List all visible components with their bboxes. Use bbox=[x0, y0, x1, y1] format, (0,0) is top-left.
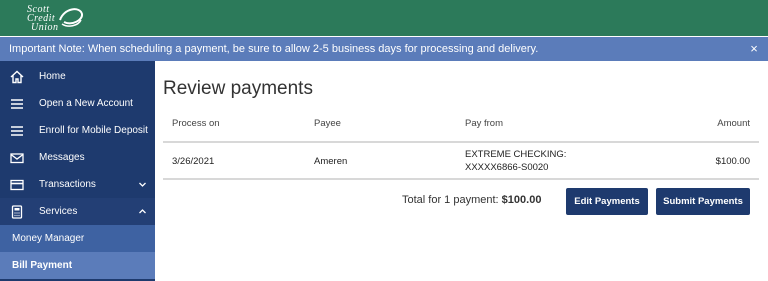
cell-process-on: 3/26/2021 bbox=[172, 156, 215, 167]
page-title: Review payments bbox=[163, 78, 313, 99]
column-header-payee: Payee bbox=[314, 118, 341, 129]
column-header-process-on: Process on bbox=[172, 118, 220, 129]
chevron-down-icon bbox=[139, 182, 146, 187]
column-header-amount: Amount bbox=[717, 118, 750, 129]
sidebar-item-label: Home bbox=[39, 71, 66, 82]
notice-text: Important Note: When scheduling a paymen… bbox=[9, 43, 539, 55]
total-value: $100.00 bbox=[501, 194, 542, 206]
menu-icon bbox=[11, 99, 23, 109]
payment-total: Total for 1 payment: $100.00 bbox=[402, 194, 541, 206]
sidebar-item-label: Open a New Account bbox=[39, 98, 133, 109]
close-icon[interactable]: × bbox=[748, 37, 760, 61]
chevron-up-icon bbox=[139, 209, 146, 214]
sidebar-item-messages[interactable]: Messages bbox=[0, 144, 155, 171]
logo-swoosh-icon bbox=[59, 8, 84, 27]
card-icon bbox=[10, 179, 24, 191]
cell-amount: $100.00 bbox=[715, 156, 750, 167]
sidebar-subitem-label: Bill Payment bbox=[12, 260, 73, 271]
top-header: Scott Credit Union bbox=[0, 0, 768, 36]
table-header: Process on Payee Pay from Amount bbox=[163, 118, 759, 132]
home-icon bbox=[10, 70, 24, 84]
cell-payee: Ameren bbox=[314, 156, 348, 167]
sidebar-subitem-label: Money Manager bbox=[12, 233, 85, 244]
envelope-icon bbox=[10, 153, 24, 164]
table-divider bbox=[163, 141, 759, 143]
edit-payments-button[interactable]: Edit Payments bbox=[566, 188, 648, 215]
calculator-icon bbox=[11, 205, 23, 219]
sidebar-item-open-account[interactable]: Open a New Account bbox=[0, 90, 155, 117]
sidebar-item-transactions[interactable]: Transactions bbox=[0, 171, 155, 198]
table-row: 3/26/2021 Ameren EXTREME CHECKING: XXXXX… bbox=[163, 145, 759, 179]
submit-payments-button[interactable]: Submit Payments bbox=[656, 188, 750, 215]
scott-credit-union-logo[interactable]: Scott Credit Union bbox=[10, 3, 90, 33]
table-divider bbox=[163, 178, 759, 180]
menu-icon bbox=[11, 126, 23, 136]
sidebar-item-services[interactable]: Services bbox=[0, 198, 155, 225]
sidebar-item-home[interactable]: Home bbox=[0, 63, 155, 90]
sidebar-subitem-bill-payment[interactable]: Bill Payment bbox=[0, 252, 155, 279]
sidebar-item-mobile-deposit[interactable]: Enroll for Mobile Deposit bbox=[0, 117, 155, 144]
important-notice-banner: Important Note: When scheduling a paymen… bbox=[0, 37, 768, 61]
sidebar-nav: Home Open a New Account Enroll for Mobil… bbox=[0, 61, 155, 281]
sidebar-item-label: Transactions bbox=[39, 179, 96, 190]
sidebar-item-label: Enroll for Mobile Deposit bbox=[39, 125, 148, 136]
cell-pay-from: EXTREME CHECKING: XXXXX6866-S0020 bbox=[465, 149, 567, 173]
sidebar-item-label: Messages bbox=[39, 152, 85, 163]
total-label: Total for 1 payment: bbox=[402, 194, 502, 206]
sidebar-subitem-money-manager[interactable]: Money Manager bbox=[0, 225, 155, 252]
sidebar-item-label: Services bbox=[39, 206, 78, 217]
column-header-pay-from: Pay from bbox=[465, 118, 504, 129]
